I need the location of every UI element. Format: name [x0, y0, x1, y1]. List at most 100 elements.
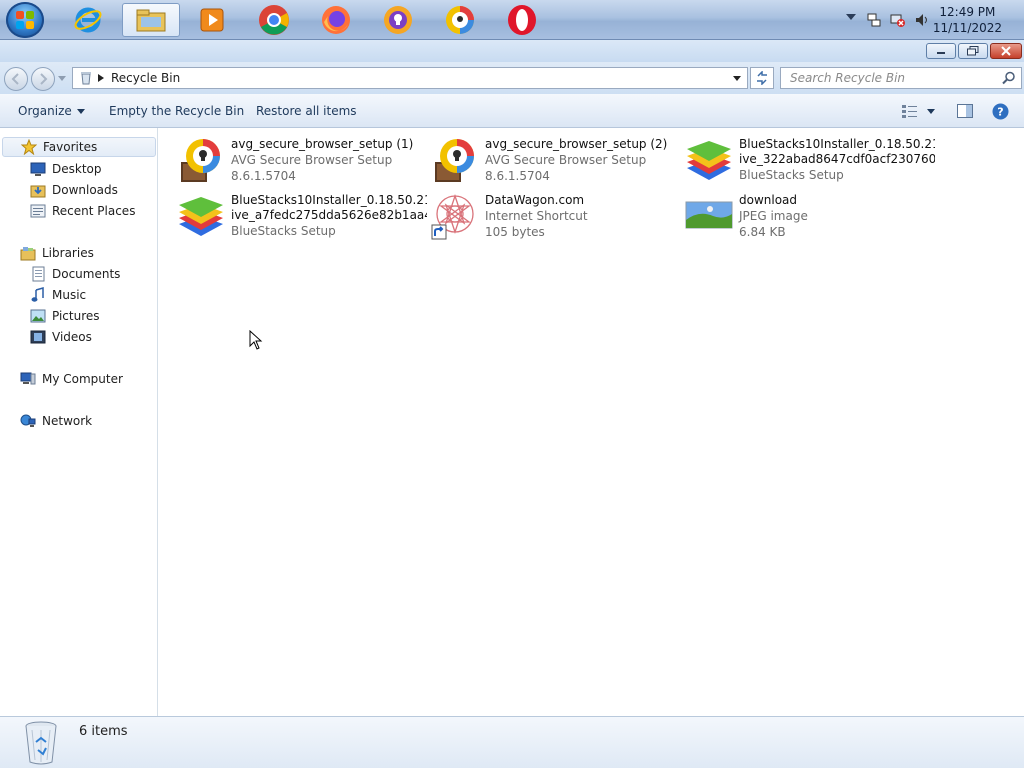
file-type: BlueStacks Setup [231, 224, 336, 238]
nav-network[interactable]: Network [20, 411, 92, 431]
chrome-icon[interactable] [252, 3, 296, 37]
refresh-icon [757, 71, 767, 85]
nav-videos[interactable]: Videos [30, 327, 92, 347]
file-name: download [739, 193, 798, 207]
file-version: 8.6.1.5704 [231, 169, 296, 183]
libraries-label: Libraries [42, 246, 94, 260]
refresh-button[interactable] [750, 67, 774, 89]
forward-button[interactable] [31, 67, 55, 91]
documents-icon [30, 266, 46, 282]
libraries-icon [20, 245, 36, 261]
restore-button[interactable] [958, 43, 988, 59]
volume-icon[interactable] [914, 12, 930, 28]
pictures-label: Pictures [52, 309, 100, 323]
breadcrumb-arrow-icon[interactable] [98, 74, 104, 82]
nav-documents[interactable]: Documents [30, 264, 120, 284]
forward-arrow-icon [40, 73, 48, 85]
downloads-folder-icon [30, 182, 46, 198]
view-options-icon [902, 105, 917, 118]
close-button[interactable] [990, 43, 1022, 59]
avg-installer-icon [181, 139, 220, 182]
nav-recent-places[interactable]: Recent Places [30, 201, 135, 221]
file-name: DataWagon.com [485, 193, 585, 207]
empty-recycle-bin-button[interactable]: Empty the Recycle Bin [109, 104, 244, 118]
change-view-button[interactable] [902, 104, 918, 121]
media-player-icon[interactable] [190, 3, 234, 37]
nav-favorites[interactable]: Favorites [2, 137, 156, 157]
opera-icon[interactable] [500, 3, 544, 37]
file-item[interactable]: BlueStacks10Installer_0.18.50.21_nat ive… [685, 136, 935, 188]
organize-caret-icon [76, 109, 85, 114]
restore-all-items-button[interactable]: Restore all items [256, 104, 357, 118]
search-icon[interactable] [1002, 71, 1016, 85]
downloads-label: Downloads [52, 183, 118, 197]
clock-time: 12:49 PM [939, 5, 996, 19]
nav-music[interactable]: Music [30, 285, 86, 305]
nav-desktop[interactable]: Desktop [30, 159, 102, 179]
internet-explorer-icon[interactable] [66, 3, 110, 37]
close-icon [1001, 46, 1011, 56]
avast-browser-icon[interactable] [376, 3, 420, 37]
recycle-bin-icon [25, 721, 57, 765]
start-button[interactable] [6, 2, 44, 38]
file-type: BlueStacks Setup [739, 168, 844, 182]
address-dropdown-icon[interactable] [733, 76, 741, 81]
file-item[interactable]: download JPEG image 6.84 KB [685, 192, 935, 244]
my-computer-label: My Computer [42, 372, 123, 386]
nav-my-computer[interactable]: My Computer [20, 369, 123, 389]
search-box[interactable]: Search Recycle Bin [780, 67, 1022, 89]
desktop-label: Desktop [52, 162, 102, 176]
file-item[interactable]: avg_secure_browser_setup (1) AVG Secure … [177, 136, 427, 188]
taskbar-clock[interactable]: 12:49 PM 11/11/2022 [933, 4, 1002, 36]
file-name: avg_secure_browser_setup (1) [231, 137, 414, 151]
jpeg-image-icon [685, 201, 733, 229]
network-icon [20, 413, 36, 429]
nav-libraries[interactable]: Libraries [20, 243, 94, 263]
help-button[interactable]: ? [992, 103, 1009, 123]
show-hidden-icons-icon[interactable] [846, 14, 856, 20]
nav-pictures[interactable]: Pictures [30, 306, 100, 326]
nav-downloads[interactable]: Downloads [30, 180, 118, 200]
preview-pane-button[interactable] [957, 104, 973, 121]
file-item[interactable]: BlueStacks10Installer_0.18.50.21_nat ive… [177, 192, 427, 244]
pictures-icon [30, 308, 46, 324]
file-name: avg_secure_browser_setup (2) [485, 137, 668, 151]
view-options-caret-icon[interactable] [927, 109, 935, 114]
command-bar: Organize Empty the Recycle Bin Restore a… [0, 94, 1024, 128]
file-item[interactable]: DataWagon.com Internet Shortcut 105 byte… [431, 192, 681, 244]
firefox-icon[interactable] [314, 3, 358, 37]
address-row: Recycle Bin Search Recycle Bin [0, 62, 1024, 94]
file-type: Internet Shortcut [485, 209, 588, 223]
file-type: AVG Secure Browser Setup [231, 153, 393, 167]
address-path[interactable]: Recycle Bin [111, 71, 180, 85]
videos-label: Videos [52, 330, 92, 344]
file-type: JPEG image [739, 209, 808, 223]
file-size: 6.84 KB [739, 225, 786, 239]
network-disconnected-icon[interactable] [890, 12, 906, 28]
recent-places-label: Recent Places [52, 204, 136, 218]
bluestacks-icon [687, 141, 731, 180]
recent-pages-dropdown[interactable] [58, 76, 66, 81]
file-name: BlueStacks10Installer_0.18.50.21_nat [231, 193, 427, 207]
preview-pane-icon [957, 104, 973, 118]
recycle-bin-small-icon [81, 72, 91, 85]
item-count: 6 items [79, 724, 128, 739]
avg-browser-icon[interactable] [438, 3, 482, 37]
windows-explorer-icon[interactable] [122, 3, 180, 37]
file-item[interactable]: avg_secure_browser_setup (2) AVG Secure … [431, 136, 681, 188]
mouse-pointer-icon [249, 330, 263, 350]
documents-label: Documents [52, 267, 121, 281]
minimize-button[interactable] [926, 43, 956, 59]
back-button[interactable] [4, 67, 28, 91]
window-titlebar[interactable] [0, 40, 1024, 62]
restore-icon [967, 46, 979, 56]
navigation-pane: Favorites Desktop Downloads Recent Place… [0, 128, 158, 716]
action-center-icon[interactable] [866, 12, 882, 28]
file-list: avg_secure_browser_setup (1) AVG Secure … [159, 128, 1024, 716]
avg-installer-icon [435, 139, 474, 182]
organize-button[interactable]: Organize [18, 104, 85, 118]
internet-shortcut-icon [431, 193, 474, 240]
windows-logo-icon [16, 11, 34, 29]
minimize-icon [937, 52, 945, 54]
address-bar[interactable]: Recycle Bin [72, 67, 748, 89]
